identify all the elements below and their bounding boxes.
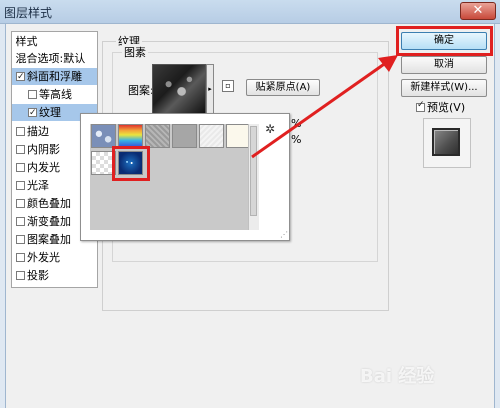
styles-list-header[interactable]: 样式 xyxy=(12,33,97,50)
title-bar xyxy=(0,0,500,24)
style-item-drop-shadow[interactable]: 投影 xyxy=(12,267,97,284)
inner-shadow-checkbox[interactable] xyxy=(16,145,25,154)
new-style-button[interactable]: 新建样式(W)... xyxy=(401,79,487,97)
watermark: Bai 经验 xyxy=(360,366,435,387)
pattern-label: 图案: xyxy=(128,84,154,97)
depth-percent-unit: % xyxy=(291,133,302,146)
close-icon: ✕ xyxy=(472,3,484,18)
style-preview-swatch xyxy=(432,128,460,156)
style-item-contour[interactable]: 等高线 xyxy=(12,86,97,103)
outer-glow-checkbox[interactable] xyxy=(16,253,25,262)
preview-toggle[interactable]: 预览(V) xyxy=(416,99,465,115)
swatch-highlight-box xyxy=(112,146,150,181)
inner-glow-checkbox[interactable] xyxy=(16,163,25,172)
resize-grip-icon[interactable]: ⋰ xyxy=(280,230,288,239)
pattern-overlay-checkbox[interactable] xyxy=(16,235,25,244)
element-group-title: 图素 xyxy=(122,44,148,60)
drop-shadow-checkbox[interactable] xyxy=(16,271,25,280)
style-item-outer-glow[interactable]: 外发光 xyxy=(12,249,97,266)
popup-scrollbar-thumb[interactable] xyxy=(250,126,257,216)
blend-options-item[interactable]: 混合选项:默认 xyxy=(12,50,97,67)
pattern-swatch-bubbles[interactable] xyxy=(91,124,116,148)
snap-to-origin-button[interactable]: 贴紧原点(A) xyxy=(246,79,320,96)
preview-checkbox[interactable] xyxy=(416,100,425,112)
new-preset-icon[interactable]: ▫ xyxy=(222,80,234,92)
ok-highlight-box xyxy=(396,26,493,56)
stroke-checkbox[interactable] xyxy=(16,127,25,136)
pattern-swatch-fibers[interactable] xyxy=(145,124,170,148)
color-overlay-checkbox[interactable] xyxy=(16,199,25,208)
window-title: 图层样式 xyxy=(4,6,53,20)
contour-checkbox[interactable] xyxy=(28,90,37,99)
bevel-emboss-checkbox[interactable] xyxy=(16,69,25,86)
close-button[interactable]: ✕ xyxy=(460,2,496,20)
pattern-swatch-light[interactable] xyxy=(199,124,224,148)
chevron-right-icon[interactable]: ▸ xyxy=(206,64,214,114)
gear-icon[interactable]: ✲ xyxy=(265,122,275,136)
gradient-overlay-checkbox[interactable] xyxy=(16,217,25,226)
pattern-swatch-gray[interactable] xyxy=(172,124,197,148)
scale-percent-unit: % xyxy=(291,117,302,130)
style-item-bevel-emboss[interactable]: 斜面和浮雕 xyxy=(12,68,97,86)
cancel-button[interactable]: 取消 xyxy=(401,56,487,74)
pattern-picker[interactable] xyxy=(152,64,206,114)
pattern-swatch-tie-dye[interactable] xyxy=(118,124,143,148)
satin-checkbox[interactable] xyxy=(16,181,25,190)
texture-checkbox[interactable] xyxy=(28,105,37,122)
